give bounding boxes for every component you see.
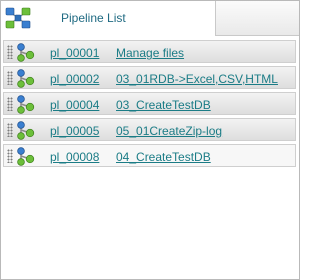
pipeline-row[interactable]: pl_00005 05_01CreateZip-log [3, 118, 296, 141]
pipeline-node-icon [17, 147, 35, 166]
tab-pipeline-list[interactable]: Pipeline List [1, 1, 216, 36]
drag-handle-icon[interactable] [7, 71, 13, 85]
pipeline-id-link[interactable]: pl_00005 [50, 124, 99, 138]
pipeline-name-link[interactable]: Manage files [116, 46, 184, 60]
drag-handle-icon[interactable] [7, 123, 13, 137]
pipeline-id-link[interactable]: pl_00001 [50, 46, 99, 60]
pipeline-id-link[interactable]: pl_00002 [50, 72, 99, 86]
pipeline-row[interactable]: pl_00002 03_01RDB->Excel,CSV,HTML [3, 66, 296, 89]
pipeline-network-icon [5, 7, 31, 29]
drag-handle-icon[interactable] [7, 97, 13, 111]
pipeline-name-link[interactable]: 03_01RDB->Excel,CSV,HTML [116, 72, 278, 86]
pipeline-node-icon [17, 121, 35, 140]
pipeline-row[interactable]: pl_00008 04_CreateTestDB [3, 144, 296, 167]
pipeline-node-icon [17, 69, 35, 88]
pipeline-row[interactable]: pl_00001 Manage files [3, 40, 296, 63]
pipeline-node-icon [17, 95, 35, 114]
drag-handle-icon[interactable] [7, 149, 13, 163]
pipeline-node-icon [17, 43, 35, 62]
drag-handle-icon[interactable] [7, 45, 13, 59]
tab-bar: Pipeline List [1, 1, 299, 36]
pipeline-list-panel: Pipeline List pl_00001 Manage files pl_0… [0, 0, 300, 280]
tab-label: Pipeline List [61, 11, 126, 25]
pipeline-name-link[interactable]: 05_01CreateZip-log [116, 124, 222, 138]
pipeline-id-link[interactable]: pl_00008 [50, 150, 99, 164]
pipeline-id-link[interactable]: pl_00004 [50, 98, 99, 112]
pipeline-row[interactable]: pl_00004 03_CreateTestDB [3, 92, 296, 115]
pipeline-name-link[interactable]: 04_CreateTestDB [116, 150, 211, 164]
pipeline-name-link[interactable]: 03_CreateTestDB [116, 98, 211, 112]
pipeline-list: pl_00001 Manage files pl_00002 03_01RDB-… [3, 40, 296, 170]
